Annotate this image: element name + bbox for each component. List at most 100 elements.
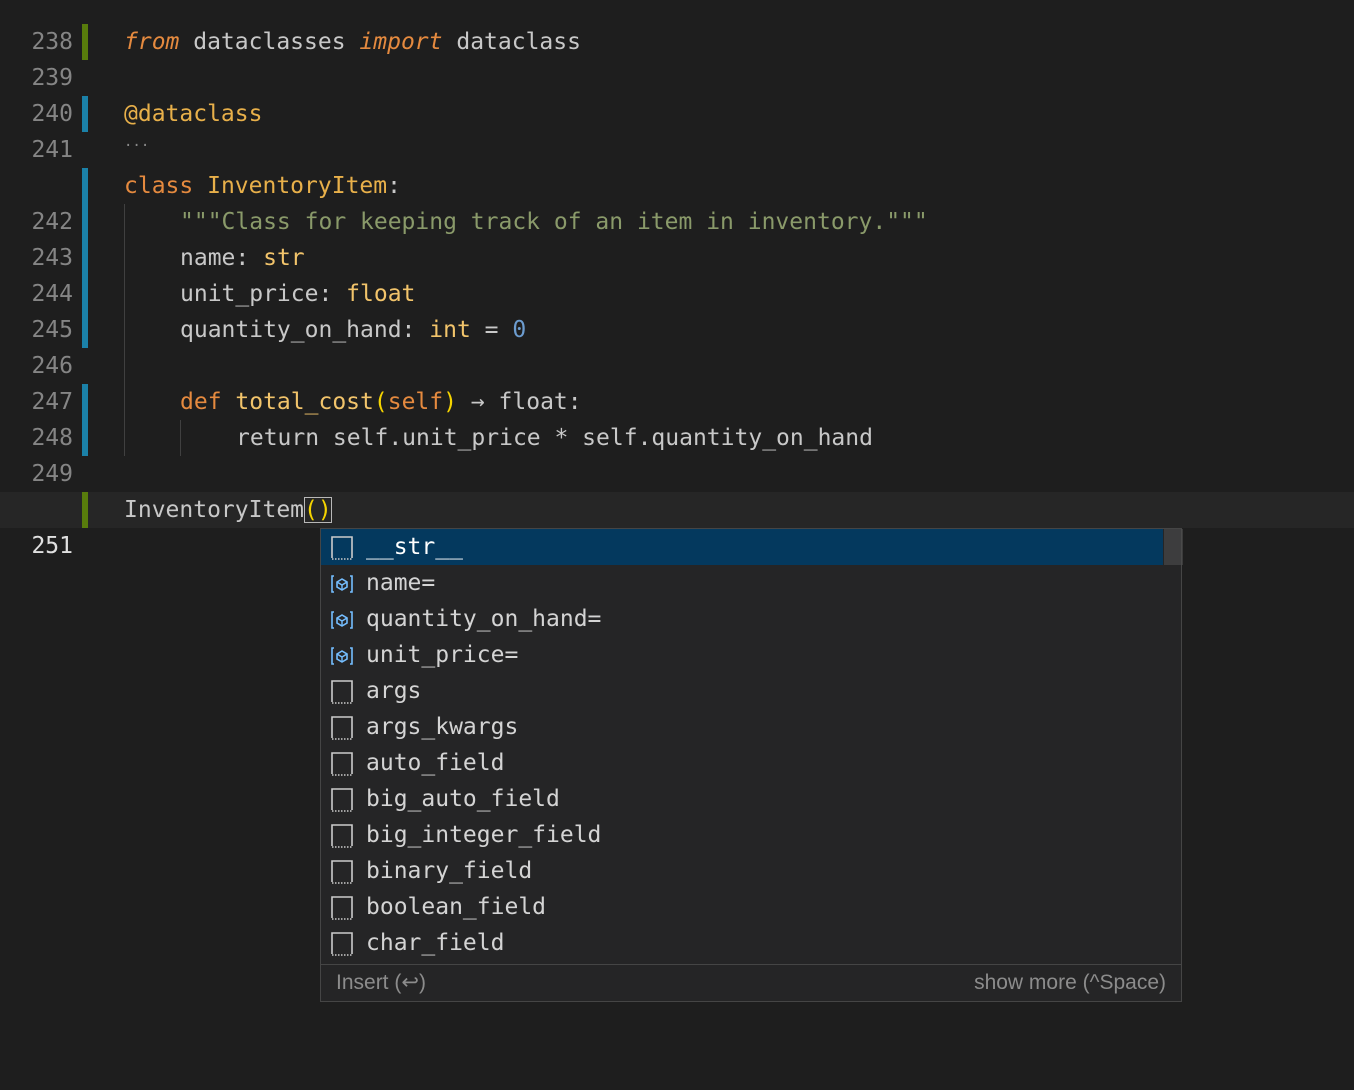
suggest-item[interactable]: auto_field [321, 745, 1163, 781]
suggest-item-label: args [366, 678, 422, 704]
module-name: dataclasses [179, 29, 360, 55]
keyword-class: class [124, 173, 194, 199]
current-line: 251 InventoryItem() [0, 492, 1354, 559]
code-text[interactable]: InventoryItem() [124, 492, 332, 528]
suggest-item-label: big_integer_field [366, 822, 602, 848]
default-value: 0 [512, 317, 527, 343]
snippet-icon [330, 859, 354, 884]
function-name: total_cost [221, 389, 374, 415]
suggest-item-label: __str__ [366, 534, 463, 560]
suggest-item[interactable]: big_integer_field [321, 817, 1163, 853]
git-modified-marker [82, 204, 88, 240]
snippet-icon [330, 787, 354, 812]
code-line: 249 return self.unit_price * self.quanti… [0, 420, 1354, 487]
suggest-item[interactable]: char_field [321, 925, 1163, 961]
suggest-item-label: name= [366, 570, 436, 596]
keyword-import: import [359, 29, 443, 55]
type-annotation: float [346, 281, 416, 307]
code-line: 244 name: str [0, 240, 1354, 307]
suggest-item[interactable]: big_auto_field [321, 781, 1163, 817]
code-text[interactable]: quantity_on_hand: int = 0 [180, 312, 526, 348]
code-text[interactable]: def total_cost(self) → float: [180, 384, 582, 420]
snippet-icon [330, 931, 354, 956]
code-line: 239 from dataclasses import dataclass [0, 24, 1354, 91]
suggest-scrollbar[interactable] [1164, 529, 1183, 565]
suggest-item[interactable]: args [321, 673, 1163, 709]
suggest-item[interactable]: unit_price= [321, 637, 1163, 673]
folded-region-indicator[interactable]: ... [124, 134, 149, 150]
type-annotation: int [429, 317, 471, 343]
suggest-item-label: unit_price= [366, 642, 519, 668]
snippet-icon [330, 715, 354, 740]
insert-hint[interactable]: Insert (↩) [336, 965, 426, 1001]
field-name: quantity_on_hand: [180, 317, 430, 343]
suggest-item-label: big_auto_field [366, 786, 560, 812]
git-added-marker [82, 492, 88, 528]
code-line: 246 quantity_on_hand: int = 0 [0, 312, 1354, 379]
code-line: 250 [0, 456, 1354, 523]
snippet-icon [330, 751, 354, 776]
suggest-item[interactable]: quantity_on_hand= [321, 601, 1163, 637]
keyword-from: from [124, 29, 180, 55]
equals-operator: = [470, 317, 513, 343]
variable-icon [330, 607, 354, 631]
variable-icon [330, 571, 354, 595]
code-text[interactable]: from dataclasses import dataclass [124, 24, 581, 60]
code-text[interactable]: class InventoryItem: [124, 168, 401, 204]
suggest-item-label: binary_field [366, 858, 533, 884]
suggest-item-label: auto_field [366, 750, 505, 776]
class-name: InventoryItem [193, 173, 388, 199]
keyword-def: def [180, 389, 222, 415]
git-modified-marker [82, 276, 88, 312]
autocomplete-suggest-widget[interactable]: __str__ name= quantity_on_hand= unit_price=… [320, 528, 1183, 1002]
code-text[interactable]: name: str [180, 240, 305, 276]
suggest-item[interactable]: binary_field [321, 853, 1163, 889]
suggest-item-label: args_kwargs [366, 714, 519, 740]
git-added-marker [82, 24, 88, 60]
line-number: 241 [31, 137, 73, 163]
suggest-item-label: boolean_field [366, 894, 547, 920]
return-annotation: → float: [456, 389, 582, 415]
snippet-icon [330, 823, 354, 848]
code-text[interactable]: unit_price: float [180, 276, 415, 312]
git-modified-marker [82, 384, 88, 420]
suggest-item-label: char_field [366, 930, 505, 956]
matched-brackets: () [304, 497, 332, 523]
code-text[interactable]: return self.unit_price * self.quantity_o… [236, 420, 873, 456]
git-modified-marker [82, 420, 88, 456]
class-call: InventoryItem [124, 497, 305, 523]
suggest-item[interactable]: args_kwargs [321, 709, 1163, 745]
suggest-footer: Insert (↩) show more (^Space) [321, 964, 1181, 1001]
suggest-item-label: quantity_on_hand= [366, 606, 602, 632]
code-line: 243 """Class for keeping track of an ite… [0, 204, 1354, 271]
suggest-item[interactable]: boolean_field [321, 889, 1163, 925]
git-modified-marker [82, 240, 88, 276]
git-modified-marker [82, 312, 88, 348]
field-name: unit_price: [180, 281, 347, 307]
colon: : [387, 173, 401, 199]
docstring[interactable]: """Class for keeping track of an item in… [180, 204, 928, 240]
type-annotation: str [263, 245, 305, 271]
code-line: 248 def total_cost(self) → float: [0, 384, 1354, 451]
snippet-icon [330, 535, 354, 560]
code-line: 240 [0, 60, 1354, 127]
code-line: 241 @dataclass [0, 96, 1354, 163]
indent-guide [124, 204, 125, 456]
git-modified-marker [82, 168, 88, 204]
snippet-icon [330, 679, 354, 704]
open-paren: ( [373, 389, 388, 415]
line-number: 251 [31, 533, 73, 559]
show-more-hint[interactable]: show more (^Space) [974, 965, 1166, 1001]
field-name: name: [180, 245, 264, 271]
decorator[interactable]: @dataclass [124, 96, 262, 132]
self-param: self [387, 389, 444, 415]
indent-guide [180, 420, 181, 456]
suggest-item[interactable]: name= [321, 565, 1163, 601]
code-line: 238 [0, 0, 1354, 55]
code-line: 245 unit_price: float [0, 276, 1354, 343]
code-line: 247 [0, 348, 1354, 415]
snippet-icon [330, 895, 354, 920]
suggest-item[interactable]: __str__ [321, 529, 1183, 565]
import-name: dataclass [442, 29, 581, 55]
code-line: 242 class InventoryItem: [0, 168, 1354, 235]
